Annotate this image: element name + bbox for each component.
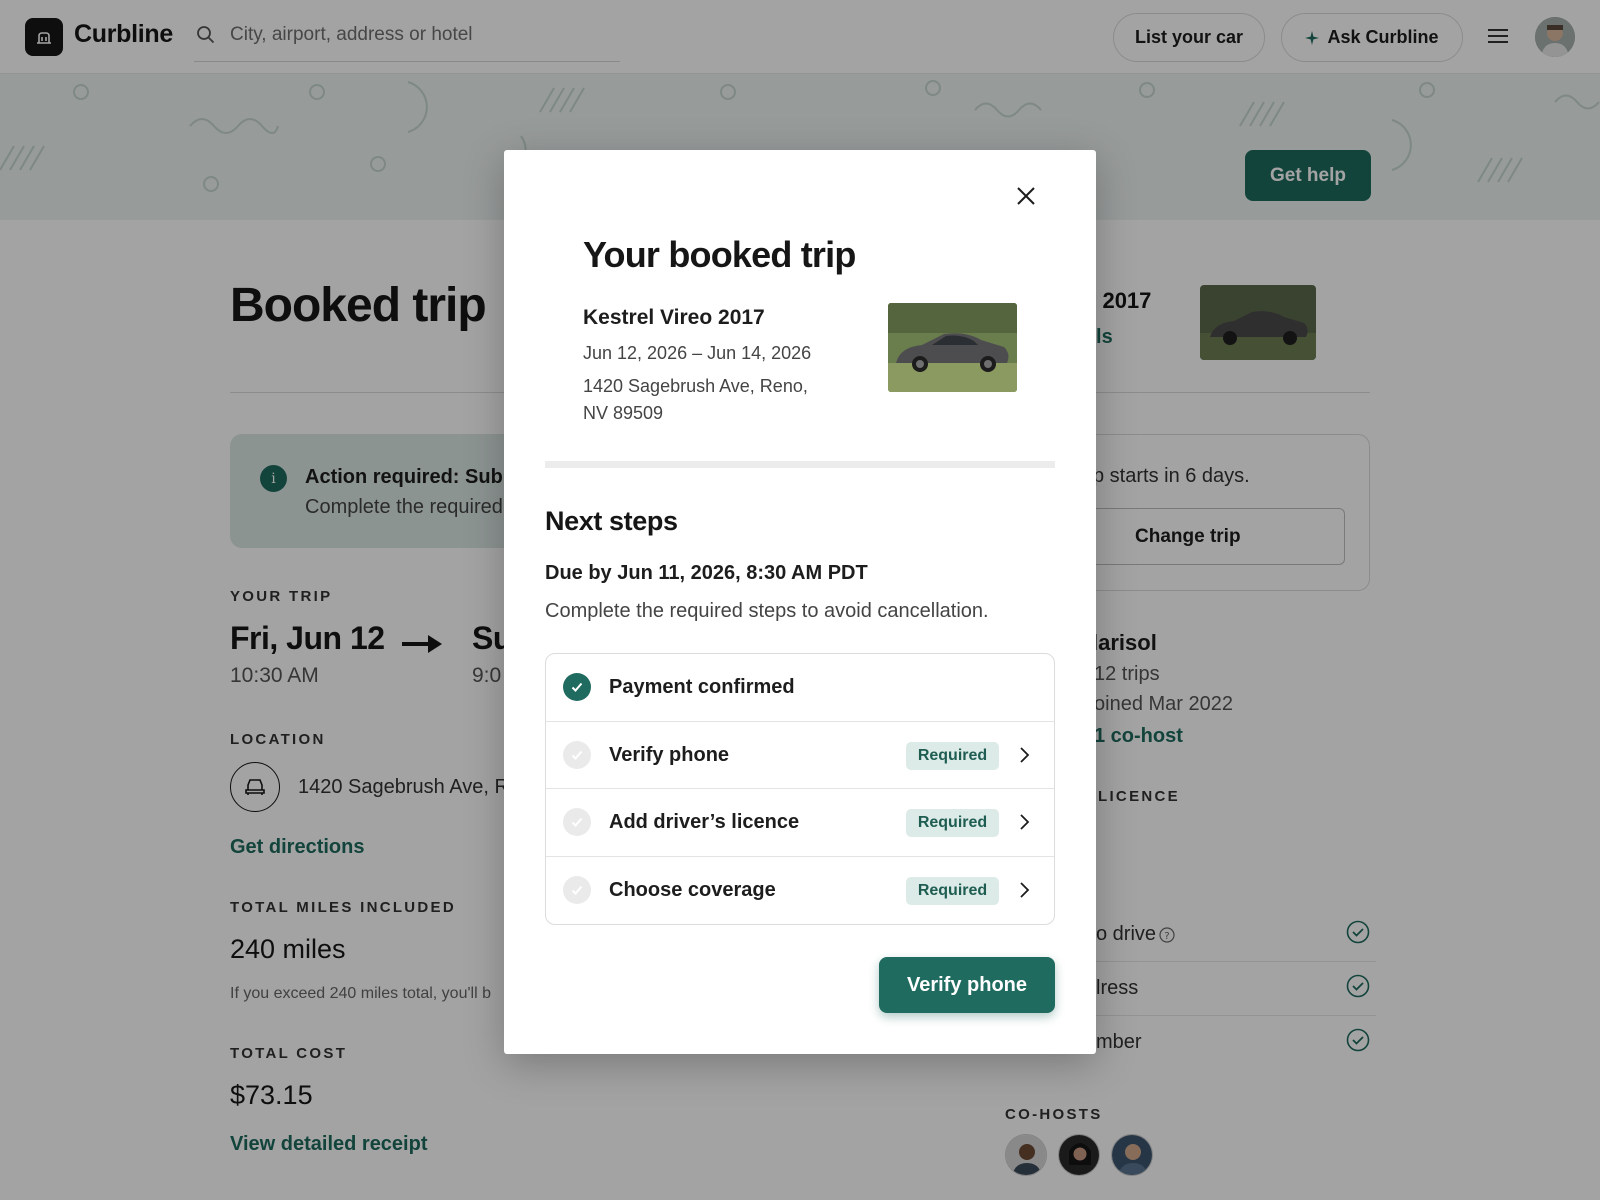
- check-icon: [563, 876, 591, 904]
- trip-dates: Jun 12, 2026 – Jun 14, 2026: [583, 343, 812, 363]
- step-label: Add driver’s licence: [609, 811, 800, 833]
- steps-list: Payment confirmed Verify phone Required …: [545, 653, 1055, 925]
- chevron-right-icon: [1018, 746, 1030, 769]
- due-date: Due by Jun 11, 2026, 8:30 AM PDT: [545, 562, 868, 584]
- step-choose-coverage[interactable]: Choose coverage Required: [546, 856, 1054, 923]
- required-badge: Required: [906, 809, 999, 837]
- step-label: Verify phone: [609, 744, 730, 766]
- section-divider: [545, 461, 1055, 468]
- chevron-right-icon: [1018, 813, 1030, 836]
- booked-trip-modal: Your booked trip Kestrel Vireo 2017 Jun …: [504, 150, 1096, 1054]
- step-label: Choose coverage: [609, 879, 776, 901]
- check-icon: [563, 741, 591, 769]
- step-add-licence[interactable]: Add driver’s licence Required: [546, 788, 1054, 855]
- trip-address: 1420 Sagebrush Ave, Reno, NV 89509: [583, 376, 808, 423]
- car-photo: [888, 303, 1017, 392]
- step-label: Payment confirmed: [609, 676, 795, 698]
- modal-title: Your booked trip: [583, 234, 856, 275]
- step-payment: Payment confirmed: [546, 654, 1054, 721]
- next-steps-heading: Next steps: [545, 506, 678, 536]
- chevron-right-icon: [1018, 881, 1030, 904]
- check-icon: [563, 673, 591, 701]
- required-badge: Required: [906, 877, 999, 905]
- close-icon: [1017, 187, 1035, 205]
- verify-phone-button[interactable]: Verify phone: [879, 957, 1055, 1013]
- car-name: Kestrel Vireo 2017: [583, 306, 765, 329]
- check-icon: [563, 808, 591, 836]
- due-description: Complete the required steps to avoid can…: [545, 600, 989, 622]
- close-button[interactable]: [1012, 182, 1040, 210]
- step-verify-phone[interactable]: Verify phone Required: [546, 721, 1054, 788]
- required-badge: Required: [906, 742, 999, 770]
